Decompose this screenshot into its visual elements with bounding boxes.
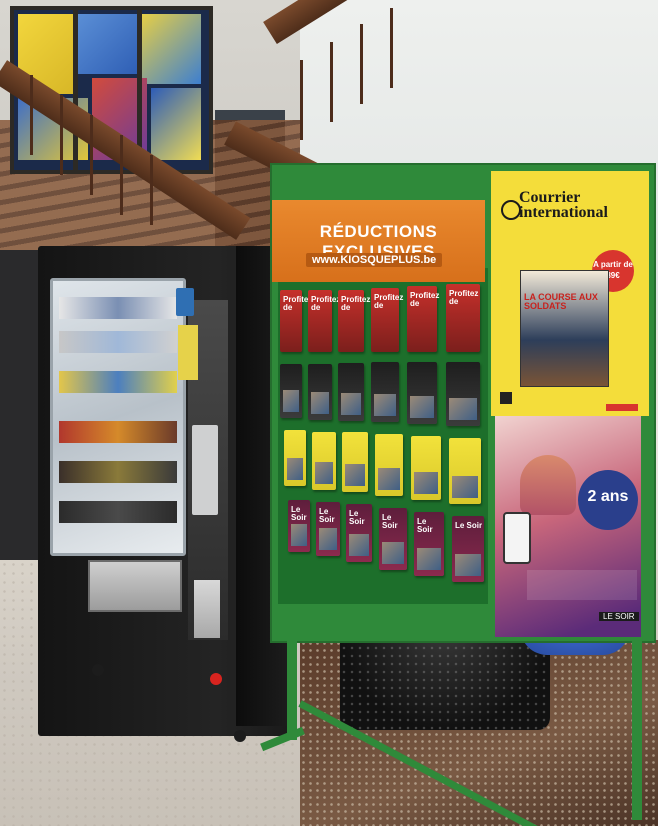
offer-circle: 2 ans [578, 470, 638, 530]
phone-icon [503, 512, 531, 564]
baluster [390, 8, 393, 88]
vending-glass-front [50, 278, 186, 556]
leaflet[interactable]: Profitez de [338, 290, 370, 352]
baluster [300, 60, 303, 140]
leaflet[interactable] [338, 363, 364, 421]
leaflet[interactable]: Profitez de [308, 290, 340, 352]
vending-delivery-tray[interactable] [88, 560, 182, 612]
window-lead [73, 10, 78, 170]
leaflet[interactable]: Le Soir [414, 512, 444, 576]
promo-url[interactable]: www.KIOSQUEPLUS.be [306, 253, 443, 267]
leaflet[interactable]: Le Soir [288, 500, 310, 552]
magazine-cover [520, 270, 609, 387]
qr-code-icon [500, 392, 512, 404]
baluster [360, 24, 363, 104]
snack-shelf [59, 297, 177, 319]
leaflet[interactable]: Profitez de [446, 284, 480, 352]
snack-shelf [59, 371, 177, 393]
leaflet[interactable] [449, 438, 481, 504]
baluster [120, 135, 123, 215]
stand-leg [632, 640, 642, 820]
snack-shelf [59, 501, 177, 523]
leaflet[interactable]: Le Soir [452, 516, 484, 582]
globe-icon [501, 200, 521, 220]
vending-foot [92, 664, 104, 676]
baluster [30, 75, 33, 155]
leaflet[interactable] [312, 432, 336, 490]
leaflet[interactable] [308, 364, 332, 420]
leaflet[interactable] [284, 430, 306, 486]
leaflet[interactable]: Le Soir [316, 502, 340, 556]
baluster [60, 95, 63, 175]
poster-body [527, 570, 637, 600]
baluster [90, 115, 93, 195]
card-reader[interactable] [176, 288, 194, 316]
stand-leg [287, 640, 297, 740]
leaflet[interactable] [280, 364, 302, 418]
snack-shelf [59, 421, 177, 443]
photo-scene: RÉDUCTIONS EXCLUSIVES www.KIOSQUEPLUS.be… [0, 0, 658, 826]
vending-sticker [178, 325, 198, 380]
poster-footer: LE SOIR [599, 612, 639, 621]
snack-shelf [59, 461, 177, 483]
poster-strip [606, 404, 638, 411]
leaflet[interactable] [446, 362, 480, 426]
courrier-brand: Courrier international [519, 189, 608, 221]
leaflet[interactable]: Profitez de [407, 286, 439, 352]
leaflet[interactable]: Le Soir [346, 504, 372, 562]
leaflet[interactable] [342, 432, 368, 492]
vending-keypad[interactable] [192, 425, 218, 515]
coin-slot[interactable] [194, 580, 220, 638]
glass-pane [151, 88, 201, 160]
leaflet[interactable] [371, 362, 399, 422]
magazine-title: LA COURSE AUX SOLDATS [524, 292, 598, 311]
leaflet[interactable]: Profitez de [371, 288, 403, 352]
snack-shelf [59, 331, 177, 353]
leaflet[interactable]: Le Soir [379, 508, 407, 570]
leaflet[interactable] [375, 434, 403, 496]
baluster [330, 42, 333, 122]
glass-pane [141, 14, 201, 84]
person-illustration [520, 455, 576, 515]
glass-pane [77, 14, 137, 74]
baluster [150, 155, 153, 225]
leaflet[interactable] [411, 436, 441, 500]
leaflet[interactable] [407, 362, 437, 424]
leaflet[interactable]: Profitez de [280, 290, 312, 352]
vending-logo-icon [210, 673, 222, 685]
vending-foot [234, 730, 246, 742]
